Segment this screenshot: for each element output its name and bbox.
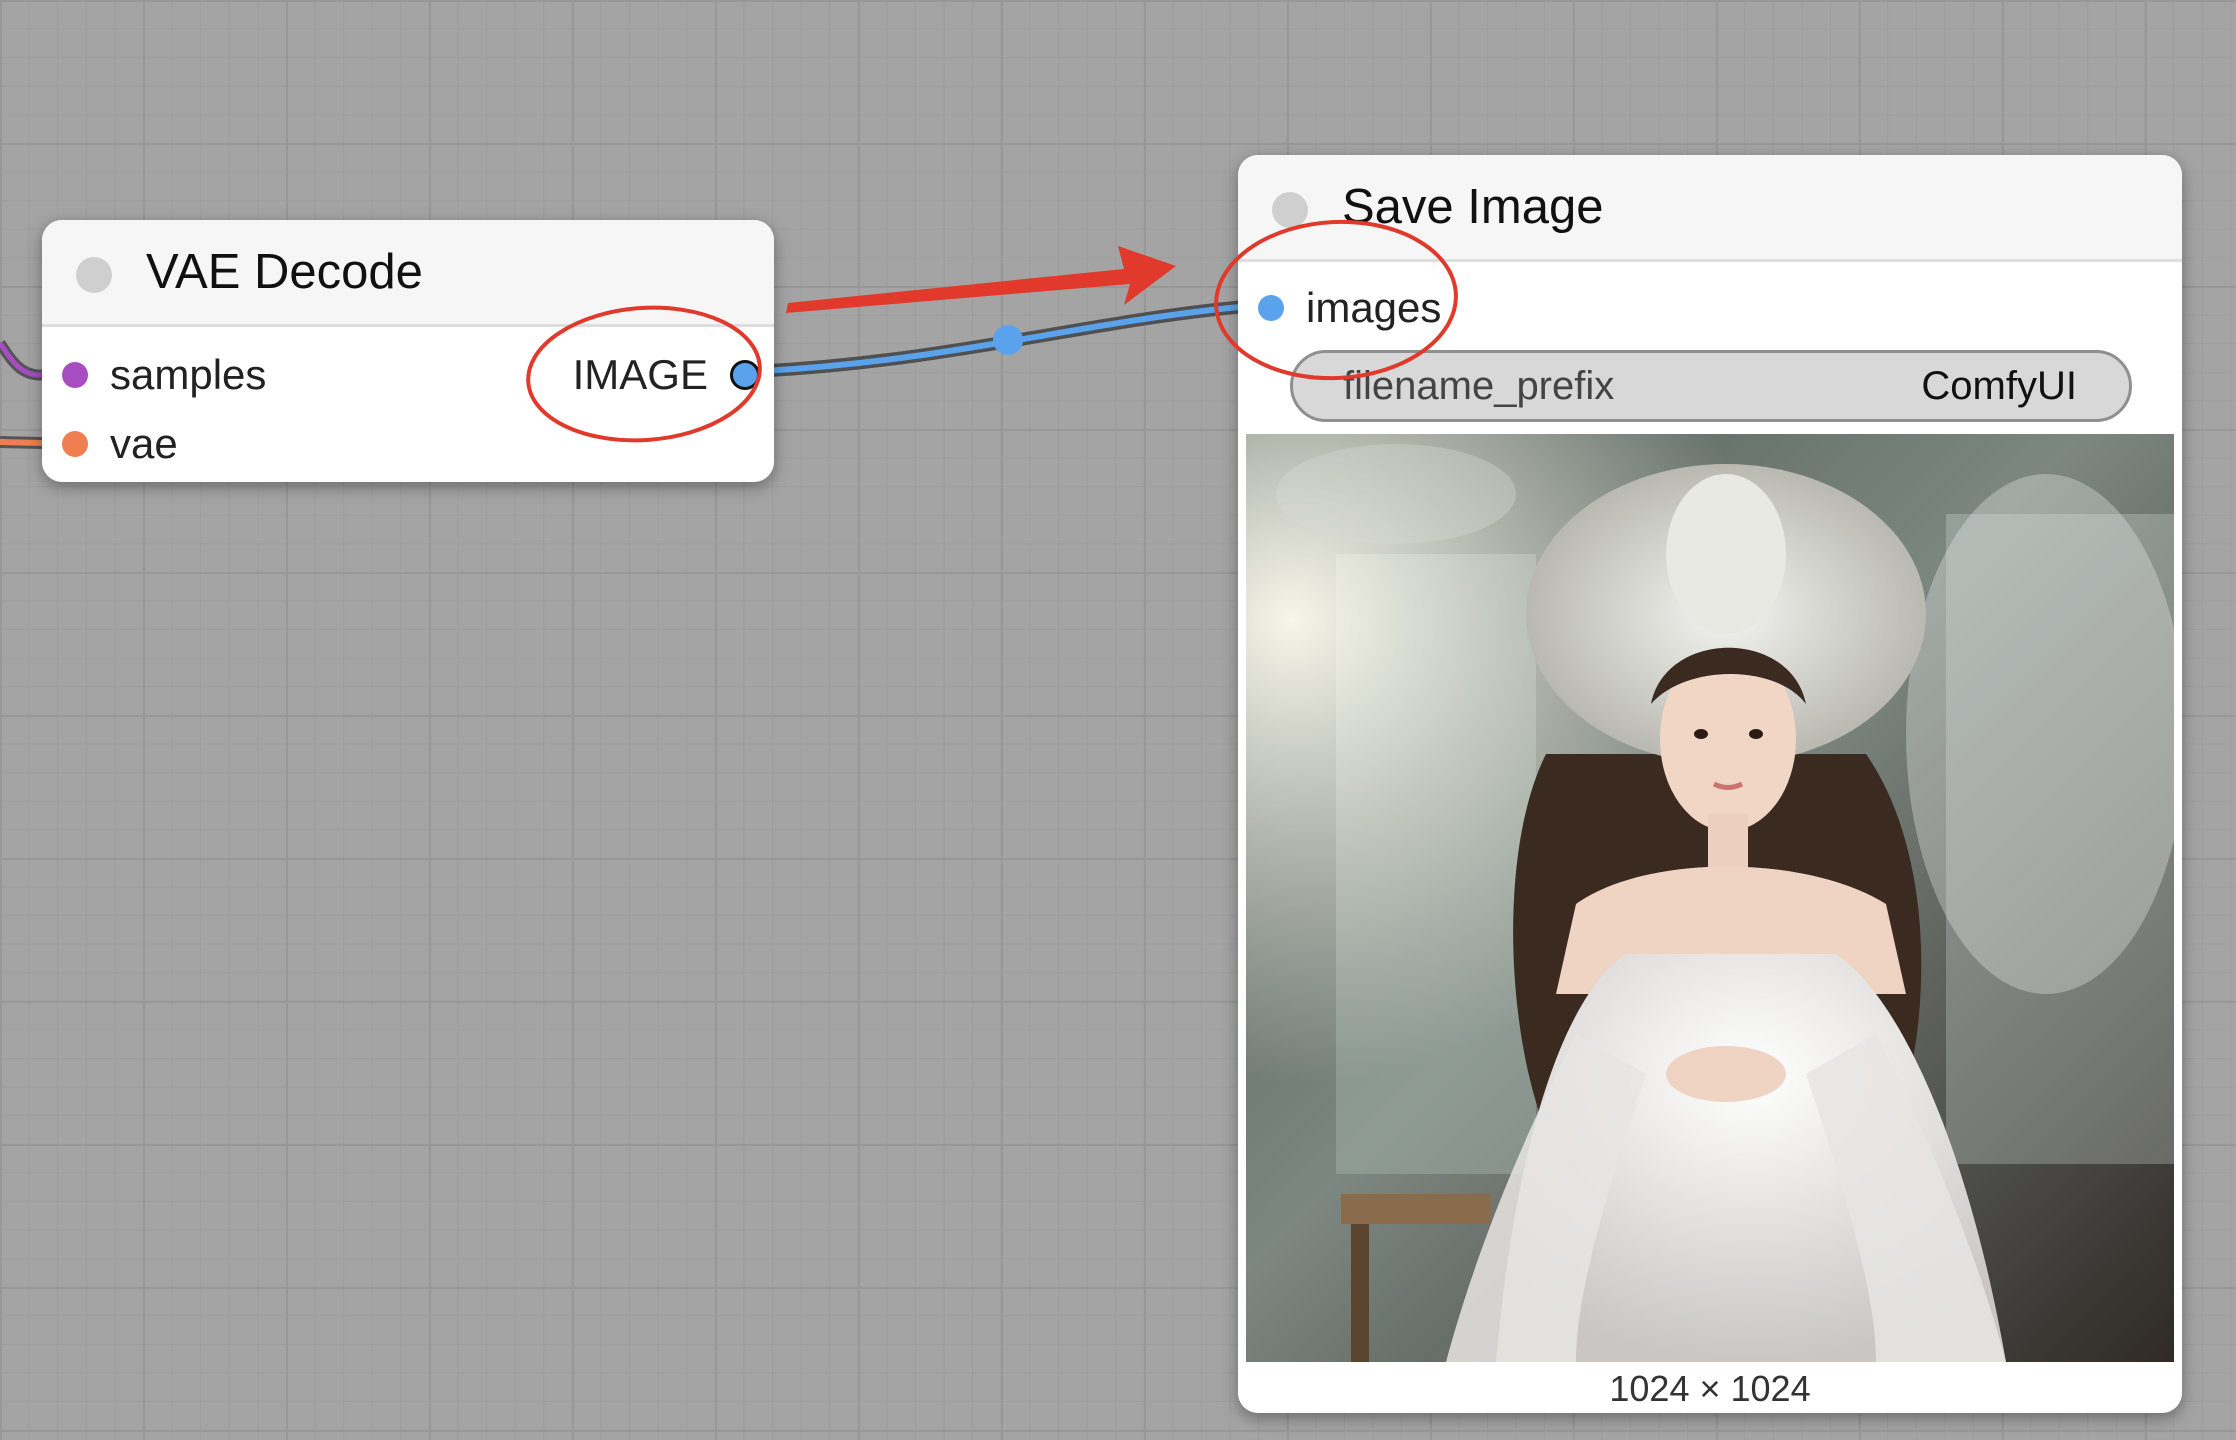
image-preview[interactable]	[1246, 434, 2174, 1362]
filename-prefix-widget[interactable]: filename_prefix ComfyUI	[1290, 350, 2132, 422]
images-connector-icon[interactable]	[1258, 295, 1284, 321]
node-title: Save Image	[1342, 180, 1604, 234]
link-vae	[0, 439, 43, 446]
slot-label: images	[1306, 284, 1442, 331]
widget-value: ComfyUI	[1921, 364, 2077, 408]
samples-connector-icon[interactable]	[62, 362, 88, 388]
image-preview-picture	[1246, 434, 2174, 1362]
image-dimensions: 1024 × 1024	[1609, 1368, 1811, 1409]
save-image-header[interactable]: Save Image	[1238, 155, 2182, 262]
vae-decode-node[interactable]: VAE Decode samples vae IMAGE	[42, 220, 774, 482]
input-slot-samples[interactable]: samples	[42, 350, 402, 400]
slot-label: samples	[110, 351, 267, 398]
vae-connector-icon[interactable]	[62, 431, 88, 457]
output-slot-image[interactable]: IMAGE	[414, 350, 774, 400]
collapse-dot-icon[interactable]	[1272, 192, 1308, 228]
collapse-dot-icon[interactable]	[76, 257, 112, 293]
input-slot-vae[interactable]: vae	[42, 419, 402, 469]
slot-label: IMAGE	[572, 351, 708, 398]
link-midpoint[interactable]	[993, 325, 1023, 355]
slot-label: vae	[110, 420, 178, 467]
input-slot-images[interactable]: images	[1238, 283, 1638, 333]
vae-decode-header[interactable]: VAE Decode	[42, 220, 774, 327]
widget-name: filename_prefix	[1343, 364, 1615, 408]
node-title: VAE Decode	[146, 245, 423, 299]
image-output-connector-icon[interactable]	[730, 360, 760, 390]
save-image-node[interactable]: Save Image images filename_prefix ComfyU…	[1238, 155, 2182, 1413]
